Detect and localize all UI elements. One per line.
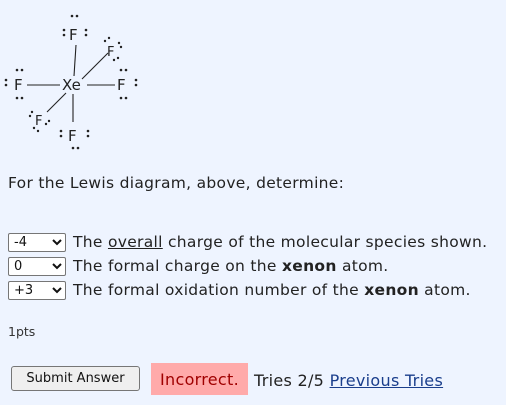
- question-item-overall-charge: -4 The overall charge of the molecular s…: [8, 232, 487, 252]
- fluorine-right: F: [117, 76, 126, 94]
- fluorine-bottom: F: [68, 127, 77, 145]
- item-text: The overall charge of the molecular spec…: [73, 233, 488, 251]
- center-atom-label: Xe: [62, 76, 81, 94]
- previous-tries-link[interactable]: Previous Tries: [330, 371, 444, 390]
- submit-answer-button[interactable]: Submit Answer: [11, 366, 140, 391]
- question-prompt: For the Lewis diagram, above, determine:: [8, 174, 345, 192]
- bond-lower-left: [46, 92, 67, 113]
- tries-info: Tries 2/5 Previous Tries: [254, 371, 443, 390]
- bond-upper-right: [81, 52, 109, 80]
- oxidation-number-select[interactable]: +3: [8, 280, 66, 300]
- formal-charge-select[interactable]: 0: [8, 256, 66, 276]
- bond-top: [73, 44, 77, 77]
- fluorine-lower-left: F: [35, 114, 42, 129]
- lewis-structure-diagram: Xe F F F F F F: [4, 14, 138, 150]
- emphasis-xenon: xenon: [364, 281, 419, 299]
- overall-charge-select[interactable]: -4: [8, 232, 66, 252]
- points-label: 1pts: [8, 324, 36, 339]
- status-badge: Incorrect.: [151, 363, 248, 395]
- question-item-oxidation-number: +3 The formal oxidation number of the xe…: [8, 280, 471, 300]
- item-text: The formal charge on the xenon atom.: [73, 257, 389, 275]
- item-text: The formal oxidation number of the xenon…: [73, 281, 471, 299]
- emphasis-overall: overall: [107, 233, 163, 251]
- fluorine-left: F: [14, 76, 23, 94]
- fluorine-top: F: [69, 26, 78, 44]
- tries-count: Tries 2/5: [254, 371, 325, 390]
- emphasis-xenon: xenon: [281, 257, 337, 275]
- question-item-formal-charge: 0 The formal charge on the xenon atom.: [8, 256, 389, 276]
- fluorine-upper-right: F: [107, 45, 114, 60]
